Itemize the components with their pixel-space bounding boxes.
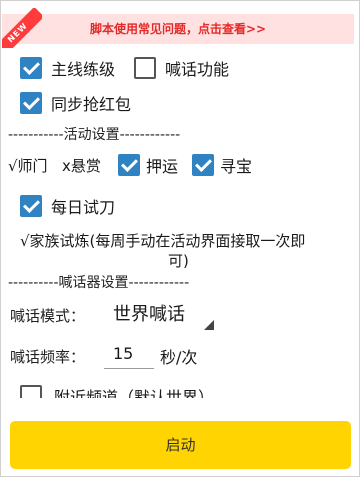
treasure-checkbox[interactable]: 寻宝 (192, 153, 252, 177)
bounty-label: x悬赏 (62, 157, 101, 175)
new-ribbon-wrap: NEW (2, 8, 42, 48)
checkbox-checked-icon (20, 92, 42, 114)
escort-checkbox[interactable]: 押运 (118, 153, 178, 177)
shout-mode-label: 喊话模式： (10, 307, 86, 325)
escort-label: 押运 (146, 157, 179, 176)
shout-label: 喊话功能 (165, 60, 230, 79)
shout-mode-value: 世界喊话 (113, 304, 185, 325)
faq-banner[interactable]: 脚本使用常见问题，点击查看>> (2, 14, 354, 44)
shout-checkbox[interactable]: 喊话功能 (134, 56, 229, 80)
activity-divider: -----------活动设置------------ (8, 127, 181, 143)
start-button[interactable]: 启动 (10, 421, 351, 469)
daily-blade-label: 每日试刀 (51, 198, 116, 217)
shout-frequency-input[interactable]: 15 (104, 340, 154, 369)
checkbox-unchecked-icon (134, 57, 156, 79)
new-ribbon: NEW (2, 8, 42, 48)
checkbox-checked-icon (20, 57, 42, 79)
daily-blade-checkbox[interactable]: 每日试刀 (20, 194, 115, 218)
master-label: √师门 (8, 157, 48, 175)
checkbox-checked-icon (20, 195, 42, 217)
dropdown-triangle-icon (204, 320, 214, 330)
shout-frequency-unit: 秒/次 (160, 348, 198, 367)
nearby-channel-checkbox[interactable]: 附近频道（默认世界） (20, 384, 350, 398)
sync-red-packet-checkbox[interactable]: 同步抢红包 (20, 91, 131, 115)
checkbox-checked-icon (118, 154, 140, 176)
main-quest-label: 主线练级 (51, 60, 116, 79)
main-quest-checkbox[interactable]: 主线练级 (20, 56, 115, 80)
shout-frequency-value: 15 (113, 344, 134, 363)
shout-frequency-label: 喊话频率： (10, 348, 86, 366)
family-trial-text: √家族试炼(每周手动在活动界面接取一次即 (20, 232, 306, 250)
sync-red-packet-label: 同步抢红包 (51, 95, 132, 114)
nearby-channel-label: 附近频道（默认世界） (54, 388, 215, 398)
checkbox-checked-icon (192, 154, 214, 176)
family-trial-text-cont: 可) (168, 252, 189, 270)
shouter-divider: ----------喊话器设置------------ (8, 275, 190, 291)
checkbox-unchecked-icon (20, 385, 42, 398)
shout-mode-dropdown[interactable]: 世界喊话 (104, 296, 214, 330)
treasure-label: 寻宝 (220, 157, 253, 176)
